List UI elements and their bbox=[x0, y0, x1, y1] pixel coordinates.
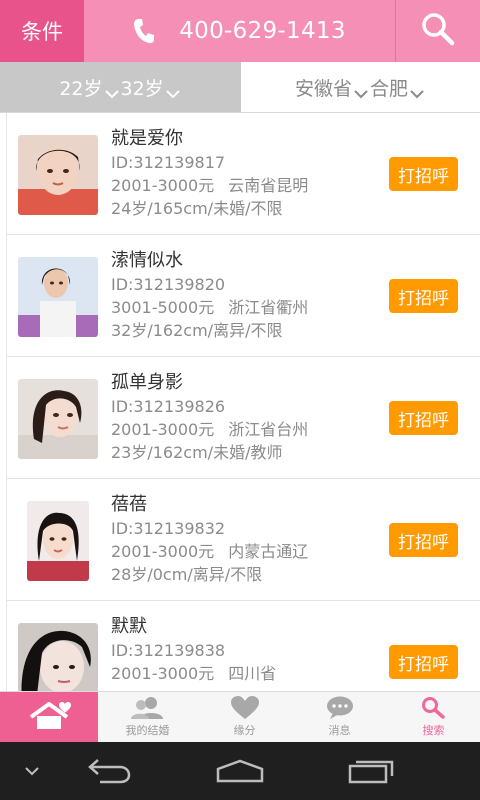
age-max[interactable]: 32岁 bbox=[121, 74, 164, 101]
greet-button[interactable]: 打招呼 bbox=[389, 645, 458, 679]
recent-apps-icon[interactable] bbox=[346, 742, 396, 800]
profile-income: 2001-3000元 bbox=[111, 176, 215, 195]
profile-name: 默默 bbox=[111, 616, 147, 637]
profile-info: 默默 ID:312139838 2001-3000元 四川省 bbox=[111, 615, 276, 691]
tab-bar: 我的结婚 缘分 消息 搜索 bbox=[0, 691, 480, 742]
top-bar: 条件 400-629-1413 bbox=[0, 0, 480, 62]
profile-id: ID:312139826 bbox=[111, 397, 226, 416]
heart-icon bbox=[230, 696, 259, 720]
filter-bar: 22岁 32岁 安徽省 合肥 bbox=[0, 62, 480, 113]
age-min[interactable]: 22岁 bbox=[59, 74, 102, 101]
chevron-down-icon[interactable] bbox=[18, 742, 46, 800]
profile-income-location: 2001-3000元 云南省昆明 bbox=[111, 174, 308, 197]
chat-icon bbox=[326, 696, 354, 720]
search-icon bbox=[421, 696, 447, 720]
avatar[interactable] bbox=[27, 501, 89, 581]
condition-button[interactable]: 条件 bbox=[0, 0, 84, 62]
hotline-button[interactable]: 400-629-1413 bbox=[84, 0, 395, 62]
avatar[interactable] bbox=[18, 135, 98, 215]
profile-info: 就是爱你 ID:312139817 2001-3000元 云南省昆明 24岁/16… bbox=[111, 127, 308, 220]
profile-income: 3001-5000元 bbox=[111, 298, 215, 317]
list-item[interactable]: 蓓蓓 ID:312139832 2001-3000元 内蒙古通辽 28岁/0cm/… bbox=[7, 479, 480, 601]
profile-income-location: 2001-3000元 四川省 bbox=[111, 662, 276, 685]
tab-search[interactable]: 搜索 bbox=[387, 692, 480, 742]
profile-income-location: 3001-5000元 浙江省衢州 bbox=[111, 296, 308, 319]
users-icon bbox=[130, 696, 165, 720]
profile-info: 蓓蓓 ID:312139832 2001-3000元 内蒙古通辽 28岁/0cm/… bbox=[111, 493, 308, 586]
home-heart-icon bbox=[27, 702, 71, 729]
condition-label: 条件 bbox=[21, 20, 63, 44]
profile-location: 浙江省台州 bbox=[228, 420, 309, 439]
tab-home[interactable] bbox=[0, 692, 98, 742]
greet-button[interactable]: 打招呼 bbox=[389, 279, 458, 313]
profile-details: 32岁/162cm/离异/不限 bbox=[111, 321, 283, 340]
profile-name: 蓓蓓 bbox=[111, 494, 147, 515]
profile-details: 28岁/0cm/离异/不限 bbox=[111, 565, 263, 584]
profile-info: 孤单身影 ID:312139826 2001-3000元 浙江省台州 23岁/16… bbox=[111, 371, 308, 464]
location-filter[interactable]: 安徽省 合肥 bbox=[241, 62, 480, 112]
system-nav-bar bbox=[0, 742, 480, 800]
profile-name: 溹情似水 bbox=[111, 250, 183, 271]
tab-fate[interactable]: 缘分 bbox=[197, 692, 292, 742]
list-item[interactable]: 孤单身影 ID:312139826 2001-3000元 浙江省台州 23岁/16… bbox=[7, 357, 480, 479]
home-icon[interactable] bbox=[214, 742, 266, 800]
age-filter[interactable]: 22岁 32岁 bbox=[0, 62, 241, 112]
tab-label: 缘分 bbox=[233, 724, 256, 737]
list-item[interactable]: 默默 ID:312139838 2001-3000元 四川省 打招呼 bbox=[7, 601, 480, 691]
back-icon[interactable] bbox=[84, 742, 134, 800]
avatar[interactable] bbox=[18, 379, 98, 459]
tab-label: 我的结婚 bbox=[125, 724, 170, 737]
profile-id: ID:312139817 bbox=[111, 153, 226, 172]
avatar[interactable] bbox=[18, 623, 98, 691]
avatar[interactable] bbox=[18, 257, 98, 337]
profile-name: 孤单身影 bbox=[111, 372, 183, 393]
profile-location: 云南省昆明 bbox=[228, 176, 309, 195]
profile-list[interactable]: 就是爱你 ID:312139817 2001-3000元 云南省昆明 24岁/16… bbox=[6, 113, 480, 691]
chevron-down-icon bbox=[104, 82, 119, 99]
profile-location: 四川省 bbox=[228, 664, 277, 683]
profile-location: 浙江省衢州 bbox=[228, 298, 309, 317]
profile-income-location: 2001-3000元 浙江省台州 bbox=[111, 418, 308, 441]
profile-location: 内蒙古通辽 bbox=[228, 542, 309, 561]
search-icon bbox=[421, 12, 455, 50]
hotline-number: 400-629-1413 bbox=[179, 18, 346, 44]
profile-income-location: 2001-3000元 内蒙古通辽 bbox=[111, 540, 308, 563]
phone-icon bbox=[133, 17, 157, 45]
province-select[interactable]: 安徽省 bbox=[295, 74, 352, 101]
city-select[interactable]: 合肥 bbox=[370, 74, 408, 101]
chevron-down-icon bbox=[354, 82, 368, 99]
profile-id: ID:312139838 bbox=[111, 641, 226, 660]
greet-button[interactable]: 打招呼 bbox=[389, 523, 458, 557]
list-item[interactable]: 就是爱你 ID:312139817 2001-3000元 云南省昆明 24岁/16… bbox=[7, 113, 480, 235]
tab-messages[interactable]: 消息 bbox=[292, 692, 387, 742]
profile-name: 就是爱你 bbox=[111, 128, 183, 149]
greet-button[interactable]: 打招呼 bbox=[389, 157, 458, 191]
tab-label: 搜索 bbox=[422, 724, 445, 737]
chevron-down-icon bbox=[165, 82, 180, 99]
profile-id: ID:312139832 bbox=[111, 519, 226, 538]
search-button[interactable] bbox=[395, 0, 480, 62]
profile-id: ID:312139820 bbox=[111, 275, 226, 294]
profile-info: 溹情似水 ID:312139820 3001-5000元 浙江省衢州 32岁/16… bbox=[111, 249, 308, 342]
profile-income: 2001-3000元 bbox=[111, 420, 215, 439]
profile-income: 2001-3000元 bbox=[111, 664, 215, 683]
tab-my-marriage[interactable]: 我的结婚 bbox=[98, 692, 197, 742]
list-item[interactable]: 溹情似水 ID:312139820 3001-5000元 浙江省衢州 32岁/16… bbox=[7, 235, 480, 357]
profile-details: 24岁/165cm/未婚/不限 bbox=[111, 199, 283, 218]
greet-button[interactable]: 打招呼 bbox=[389, 401, 458, 435]
chevron-down-icon bbox=[410, 82, 424, 99]
tab-label: 消息 bbox=[328, 724, 351, 737]
profile-details: 23岁/162cm/未婚/教师 bbox=[111, 443, 283, 462]
profile-income: 2001-3000元 bbox=[111, 542, 215, 561]
